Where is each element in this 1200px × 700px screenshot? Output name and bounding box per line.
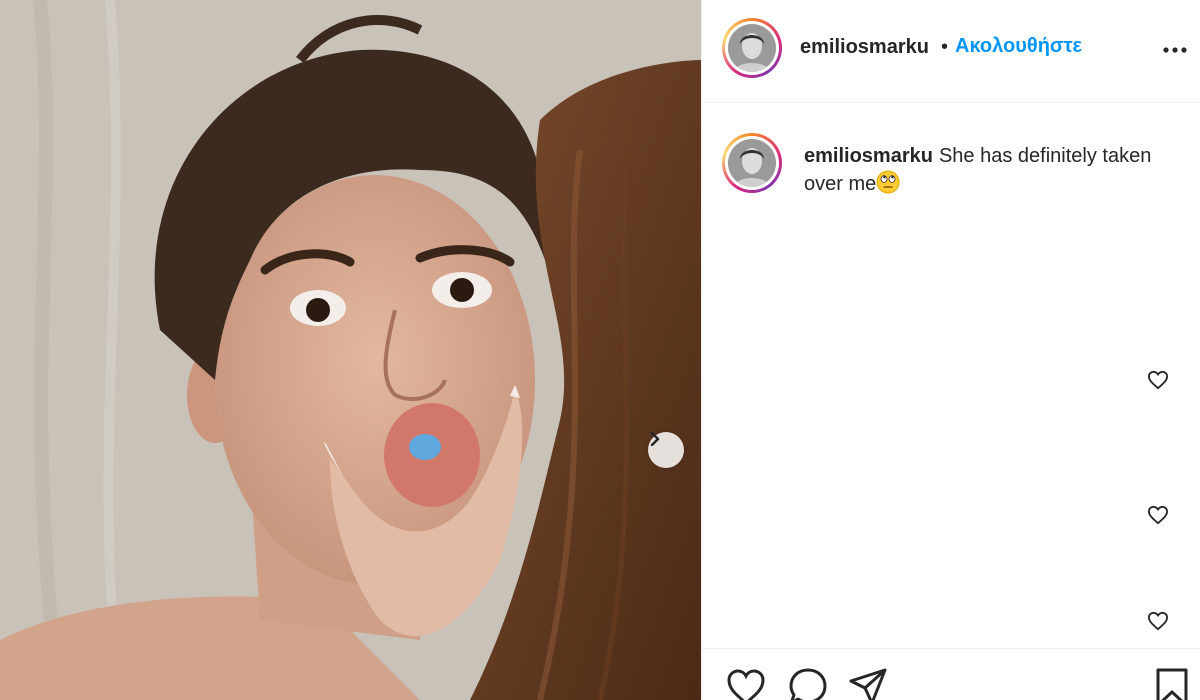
share-icon[interactable] — [848, 667, 888, 700]
face-with-rolling-eyes-emoji — [876, 170, 900, 194]
comment-icon[interactable] — [788, 667, 828, 700]
post-sidebar: emiliosmarku • Ακολουθήστε emiliosmarku … — [701, 0, 1200, 700]
separator-dot: • — [941, 36, 949, 58]
caption-text: emiliosmarku She has definitely taken ove… — [804, 142, 1184, 198]
caption-avatar[interactable] — [722, 133, 782, 193]
heart-outline-icon[interactable] — [1147, 611, 1169, 631]
heart-outline-icon[interactable] — [1147, 370, 1169, 390]
like-heart-icon[interactable] — [726, 667, 766, 700]
caption-username[interactable]: emiliosmarku — [804, 145, 933, 167]
avatar-image — [728, 24, 776, 72]
post-photo — [0, 0, 701, 700]
next-photo-button[interactable] — [648, 432, 684, 468]
avatar-image — [728, 139, 776, 187]
follow-button[interactable]: Ακολουθήστε — [955, 35, 1082, 58]
author-username[interactable]: emiliosmarku — [800, 36, 929, 59]
chevron-right-icon — [650, 432, 660, 446]
author-avatar[interactable] — [722, 18, 782, 78]
heart-outline-icon[interactable] — [1147, 505, 1169, 525]
more-options-icon[interactable] — [1162, 38, 1188, 62]
post-header: emiliosmarku • Ακολουθήστε — [702, 0, 1200, 103]
photo-illustration — [0, 0, 701, 700]
bookmark-icon[interactable] — [1152, 667, 1192, 700]
post-actions-bar — [702, 648, 1200, 700]
